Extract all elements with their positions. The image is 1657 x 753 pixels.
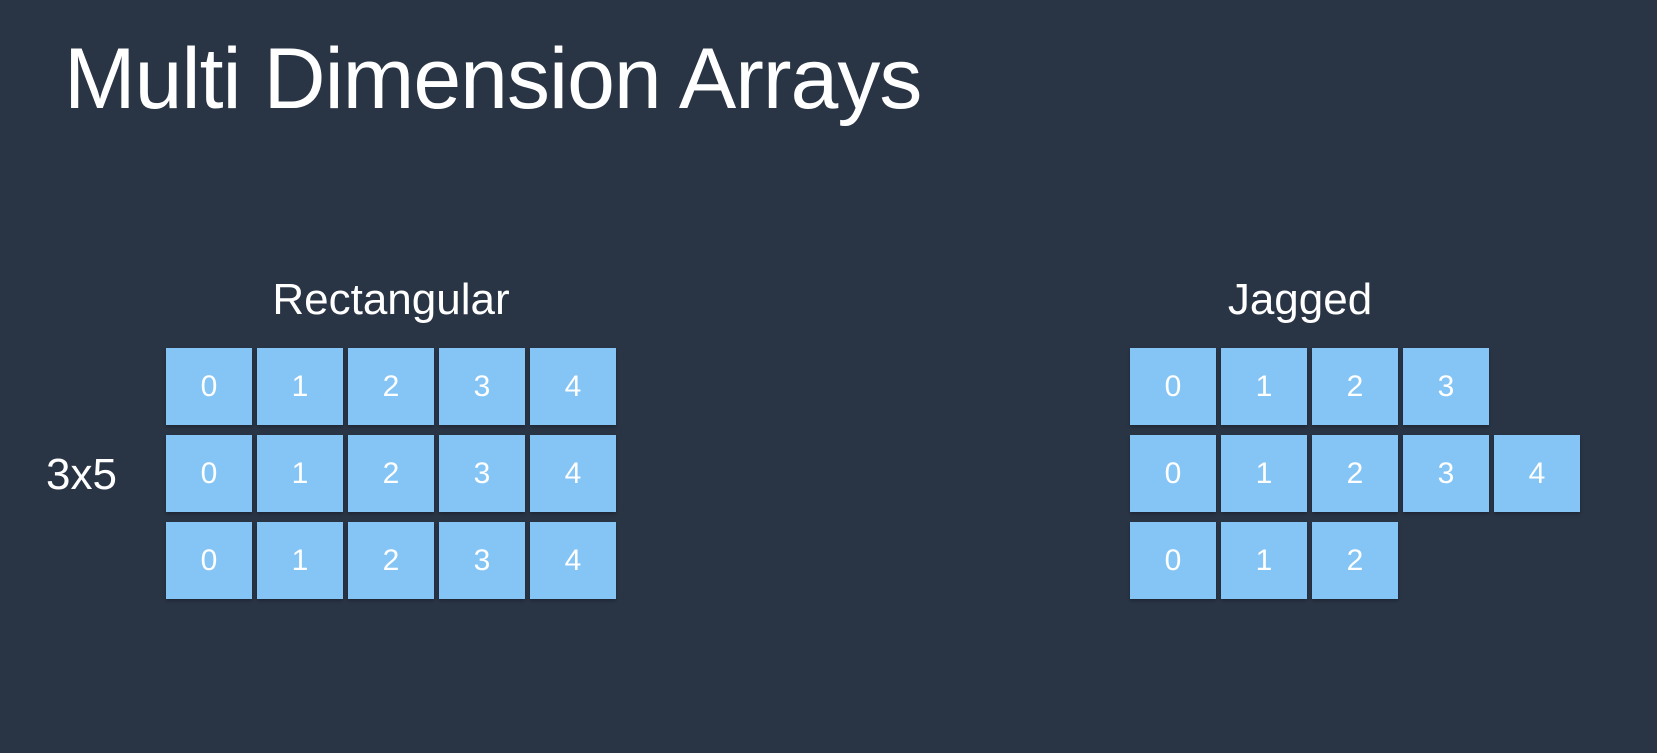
jagged-array-cell: 1 [1221, 435, 1307, 512]
slide-title: Multi Dimension Arrays [64, 31, 922, 127]
jagged-array-cell: 2 [1312, 435, 1398, 512]
jagged-array-cell: 1 [1221, 522, 1307, 599]
jagged-label: Jagged [1227, 275, 1373, 324]
rectangular-array-cell: 3 [439, 348, 525, 425]
rectangular-array-cell: 4 [530, 522, 616, 599]
rectangular-array-cell: 2 [348, 348, 434, 425]
rectangular-array-cell: 4 [530, 348, 616, 425]
rectangular-array-cell: 3 [439, 435, 525, 512]
rectangular-label: Rectangular [272, 275, 510, 324]
rectangular-array-row: 01234 [166, 348, 616, 425]
jagged-array-cell: 1 [1221, 348, 1307, 425]
jagged-array-cell: 0 [1130, 522, 1216, 599]
rectangular-array-cell: 4 [530, 435, 616, 512]
rectangular-array-cell: 3 [439, 522, 525, 599]
jagged-array-row: 0123 [1130, 348, 1489, 425]
rectangular-array-cell: 0 [166, 435, 252, 512]
rectangular-array-cell: 2 [348, 522, 434, 599]
rectangular-array-cell: 0 [166, 522, 252, 599]
rectangular-array-row: 01234 [166, 435, 616, 512]
jagged-array-cell: 0 [1130, 348, 1216, 425]
jagged-array-cell: 3 [1403, 435, 1489, 512]
jagged-array-cell: 2 [1312, 348, 1398, 425]
rectangular-array-cell: 1 [257, 435, 343, 512]
rectangular-array-cell: 1 [257, 348, 343, 425]
jagged-array-cell: 3 [1403, 348, 1489, 425]
jagged-array-cell: 2 [1312, 522, 1398, 599]
jagged-array-cell: 4 [1494, 435, 1580, 512]
jagged-array-row: 01234 [1130, 435, 1580, 512]
jagged-array-row: 012 [1130, 522, 1398, 599]
dimensions-label: 3x5 [46, 450, 117, 499]
rectangular-array-cell: 2 [348, 435, 434, 512]
rectangular-array-cell: 1 [257, 522, 343, 599]
rectangular-array-cell: 0 [166, 348, 252, 425]
jagged-array-cell: 0 [1130, 435, 1216, 512]
rectangular-array-row: 01234 [166, 522, 616, 599]
